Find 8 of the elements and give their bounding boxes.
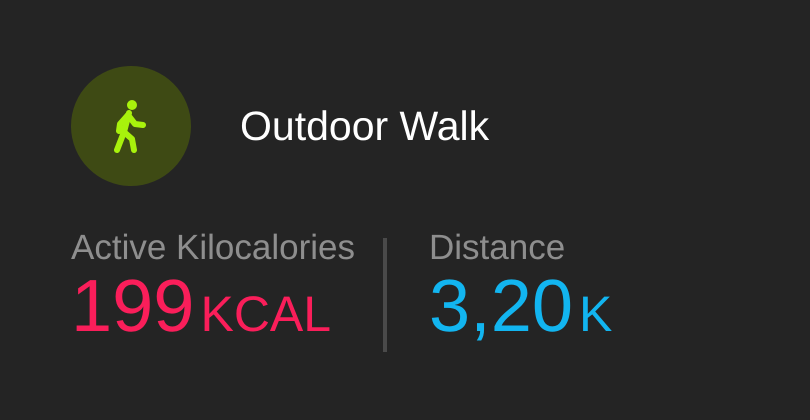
walking-icon — [71, 66, 191, 186]
metric-unit: KCAL — [200, 285, 332, 344]
metric-label: Distance — [429, 228, 566, 268]
workout-title: Outdoor Walk — [240, 102, 490, 150]
metric-value: 3,20 — [429, 268, 574, 344]
metric-label: Active Kilocalories — [71, 228, 355, 268]
metric-unit: K — [579, 285, 612, 344]
metric-value: 199 — [71, 268, 194, 344]
